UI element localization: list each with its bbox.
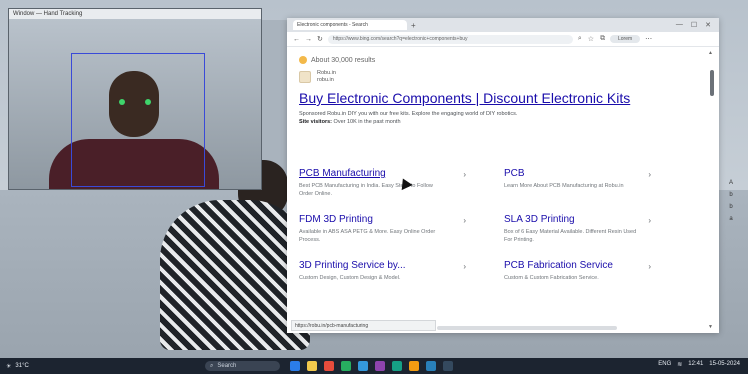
ad-site-row[interactable]: Robu.in robu.in [299, 70, 717, 84]
weather-icon: ☀ [6, 363, 12, 370]
ad-indicator-icon [299, 56, 307, 64]
language-indicator[interactable]: ENG [658, 361, 671, 368]
back-icon[interactable]: ← [293, 36, 300, 43]
sitelink[interactable]: PCB Fabrication Service Custom & Custom … [504, 260, 689, 282]
sitelink-title[interactable]: PCB Manufacturing [299, 168, 504, 179]
chevron-right-icon[interactable]: › [463, 262, 466, 271]
star-icon[interactable]: ☆ [588, 35, 594, 43]
profile-button[interactable]: Lorem [610, 35, 641, 43]
weather-temp: 31°C [15, 363, 29, 369]
system-tray: ENG ≋ 12:41 15-05-2024 [658, 361, 740, 368]
scroll-down-icon[interactable]: ▼ [708, 324, 713, 330]
webcam-title: Window — Hand Tracking [9, 9, 261, 19]
scroll-up-icon[interactable]: ▲ [708, 50, 713, 56]
sitelink-description: Custom & Custom Fabrication Service. [504, 275, 599, 281]
side-panel-item[interactable]: b [729, 192, 732, 198]
results-count: About 30,000 results [311, 56, 376, 64]
wifi-icon[interactable]: ≋ [677, 361, 682, 368]
app-icon[interactable] [324, 361, 334, 371]
side-panel-item[interactable]: A [729, 180, 733, 186]
toolbar-icons: ⌕ ☆ ⧉ [578, 35, 605, 43]
reload-icon[interactable]: ↻ [317, 35, 323, 43]
app-icon[interactable] [375, 361, 385, 371]
close-button[interactable]: ✕ [705, 21, 711, 29]
sitelink-title[interactable]: PCB [504, 168, 689, 179]
sitelink-description: Box of 6 Easy Material Available. Differ… [504, 229, 637, 243]
chevron-right-icon[interactable]: › [648, 216, 651, 225]
sitelink-description: Learn More About PCB Manufacturing at Ro… [504, 183, 624, 189]
menu-icon[interactable]: ⋯ [645, 35, 652, 43]
taskbar-weather[interactable]: ☀ 31°C [0, 363, 29, 370]
taskbar-apps [290, 361, 453, 371]
side-panel-partial: A b b a [722, 180, 740, 260]
sitelink-title[interactable]: 3D Printing Service by... [299, 260, 504, 271]
sitelink[interactable]: SLA 3D Printing Box of 6 Easy Material A… [504, 214, 689, 244]
search-icon: ⌕ [210, 362, 214, 369]
chevron-right-icon[interactable]: › [648, 262, 651, 271]
chrome-icon[interactable] [341, 361, 351, 371]
taskbar-search[interactable]: ⌕ Search [205, 361, 280, 371]
side-panel-item[interactable]: b [729, 204, 732, 210]
tracking-point-right [145, 99, 151, 105]
ad-site-visitors: Site visitors: Over 10K in the past mont… [299, 119, 401, 125]
forward-icon[interactable]: → [305, 36, 312, 43]
new-tab-button[interactable]: + [411, 21, 416, 30]
webcam-window[interactable]: Window — Hand Tracking [8, 8, 262, 190]
start-icon[interactable] [290, 361, 300, 371]
vscode-icon[interactable] [426, 361, 436, 371]
site-favicon-icon [299, 71, 311, 83]
app-icon[interactable] [409, 361, 419, 371]
browser-window: Electronic components - Search + — ☐ ✕ ←… [287, 18, 719, 333]
scroll-thumb[interactable] [710, 70, 714, 96]
minimize-button[interactable]: — [676, 21, 683, 29]
extensions-icon[interactable]: ⧉ [600, 35, 605, 43]
site-name: Robu.in [317, 70, 336, 76]
sitelink[interactable]: 3D Printing Service by... Custom Design,… [299, 260, 504, 282]
url-field[interactable]: https://www.bing.com/search?q=electronic… [327, 34, 573, 44]
sitelink-description: Custom Design, Custom Design & Model. [299, 275, 401, 281]
face-detection-box [71, 53, 205, 187]
app-icon[interactable] [392, 361, 402, 371]
zoom-icon[interactable]: ⌕ [578, 35, 582, 43]
sitelink-description: Available in ABS ASA PETG & More. Easy O… [299, 229, 436, 243]
maximize-button[interactable]: ☐ [691, 21, 697, 29]
sitelink-title[interactable]: SLA 3D Printing [504, 214, 689, 225]
browser-tab[interactable]: Electronic components - Search [293, 20, 407, 30]
address-bar: ← → ↻ https://www.bing.com/search?q=elec… [287, 32, 719, 47]
ad-title-link[interactable]: Buy Electronic Components | Discount Ele… [299, 90, 717, 106]
window-controls: — ☐ ✕ [676, 21, 719, 29]
taskbar: ☀ 31°C ⌕ Search ENG ≋ 12:41 15-05-2024 [0, 358, 748, 374]
tab-bar: Electronic components - Search + — ☐ ✕ [287, 18, 719, 32]
sitelink[interactable]: PCB Learn More About PCB Manufacturing a… [504, 168, 689, 198]
ad-description: Sponsored Robu.in DIY you with our free … [299, 110, 717, 126]
terminal-icon[interactable] [443, 361, 453, 371]
chevron-right-icon[interactable]: › [463, 216, 466, 225]
chevron-right-icon[interactable]: › [648, 170, 651, 179]
sitelink-description: Best PCB Manufacturing in India. Easy St… [299, 183, 433, 197]
site-text: Robu.in robu.in [317, 70, 336, 84]
side-panel-item[interactable]: a [729, 216, 732, 222]
ad-description-text: Sponsored Robu.in DIY you with our free … [299, 111, 518, 117]
file-explorer-icon[interactable] [307, 361, 317, 371]
tracking-point-left [119, 99, 125, 105]
horizontal-scrollbar[interactable] [437, 326, 617, 330]
results-meta: About 30,000 results [299, 56, 717, 64]
taskbar-search-label: Search [217, 363, 237, 369]
link-status-url: https://robu.in/pcb-manufacturing [291, 320, 436, 331]
edge-icon[interactable] [358, 361, 368, 371]
chevron-right-icon[interactable]: › [463, 170, 466, 179]
ad-sitelinks: PCB Manufacturing Best PCB Manufacturing… [299, 168, 689, 282]
sitelink-title[interactable]: PCB Fabrication Service [504, 260, 689, 271]
clock-date[interactable]: 15-05-2024 [709, 361, 740, 368]
webcam-view [9, 19, 261, 189]
sitelink-title[interactable]: FDM 3D Printing [299, 214, 504, 225]
sitelink[interactable]: FDM 3D Printing Available in ABS ASA PET… [299, 214, 504, 244]
site-domain: robu.in [317, 77, 334, 83]
clock-time[interactable]: 12:41 [688, 361, 703, 368]
vertical-scrollbar[interactable]: ▲ ▼ [707, 50, 717, 330]
